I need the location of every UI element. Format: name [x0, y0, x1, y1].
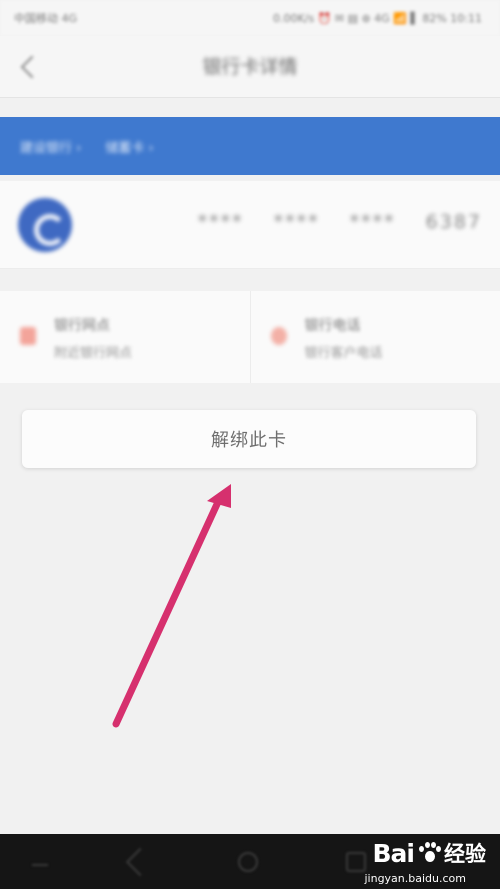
- status-bar: 中国移动 4G 0.00K/s ⏰ ✉ ▤ ⊛ 4G 📶 ▌ 82% 10:11: [0, 0, 500, 36]
- arrow-shaft: [112, 498, 222, 728]
- card-number: **** **** **** 6387: [198, 211, 482, 233]
- arrow-head: [207, 484, 231, 508]
- recent-apps-key-icon[interactable]: [346, 852, 366, 872]
- watermark-url: jingyan.baidu.com: [364, 872, 466, 885]
- back-key-icon[interactable]: [125, 847, 155, 877]
- option-bank-phone[interactable]: 银行电话 银行客户电话: [251, 291, 500, 383]
- card-number-group-3: ****: [349, 211, 396, 233]
- card-number-group-2: ****: [273, 211, 320, 233]
- option-subtitle: 附近银行网点: [54, 346, 133, 361]
- bank-options: 银行网点 附近银行网点 银行电话 银行客户电话: [0, 291, 500, 383]
- option-bank-outlets[interactable]: 银行网点 附近银行网点: [0, 291, 251, 383]
- baidu-paw-icon: [418, 842, 441, 864]
- unbind-card-button[interactable]: 解绑此卡: [22, 410, 476, 468]
- watermark-brand: Bai: [372, 838, 415, 868]
- card-strip: 建设银行 › 储蓄卡 ›: [0, 117, 500, 175]
- option-title: 银行电话: [304, 318, 361, 334]
- unbind-card-label: 解绑此卡: [211, 430, 287, 451]
- phone-icon: [270, 327, 287, 345]
- menu-key-icon[interactable]: [32, 852, 48, 866]
- option-subtitle: 银行客户电话: [304, 346, 383, 361]
- baidu-watermark: Bai 经验: [373, 834, 487, 872]
- card-type-link[interactable]: 储蓄卡 ›: [105, 137, 153, 156]
- option-title: 银行网点: [54, 318, 110, 334]
- watermark-brand-cn: 经验: [444, 842, 486, 866]
- location-icon: [20, 327, 36, 345]
- bank-name-link[interactable]: 建设银行 ›: [20, 137, 81, 156]
- status-indicators: 0.00K/s ⏰ ✉ ▤ ⊛ 4G 📶 ▌ 82% 10:11: [273, 11, 482, 25]
- card-number-group-1: ****: [197, 211, 244, 233]
- bank-logo-icon: [18, 198, 72, 252]
- bank-card-row: **** **** **** 6387: [0, 181, 500, 269]
- page-title: 银行卡详情: [202, 56, 298, 78]
- carrier-text: 中国移动 4G: [14, 12, 78, 25]
- card-number-last-digits: 6387: [425, 211, 482, 233]
- nav-bar: 银行卡详情: [0, 36, 500, 98]
- home-key-icon[interactable]: [238, 852, 258, 872]
